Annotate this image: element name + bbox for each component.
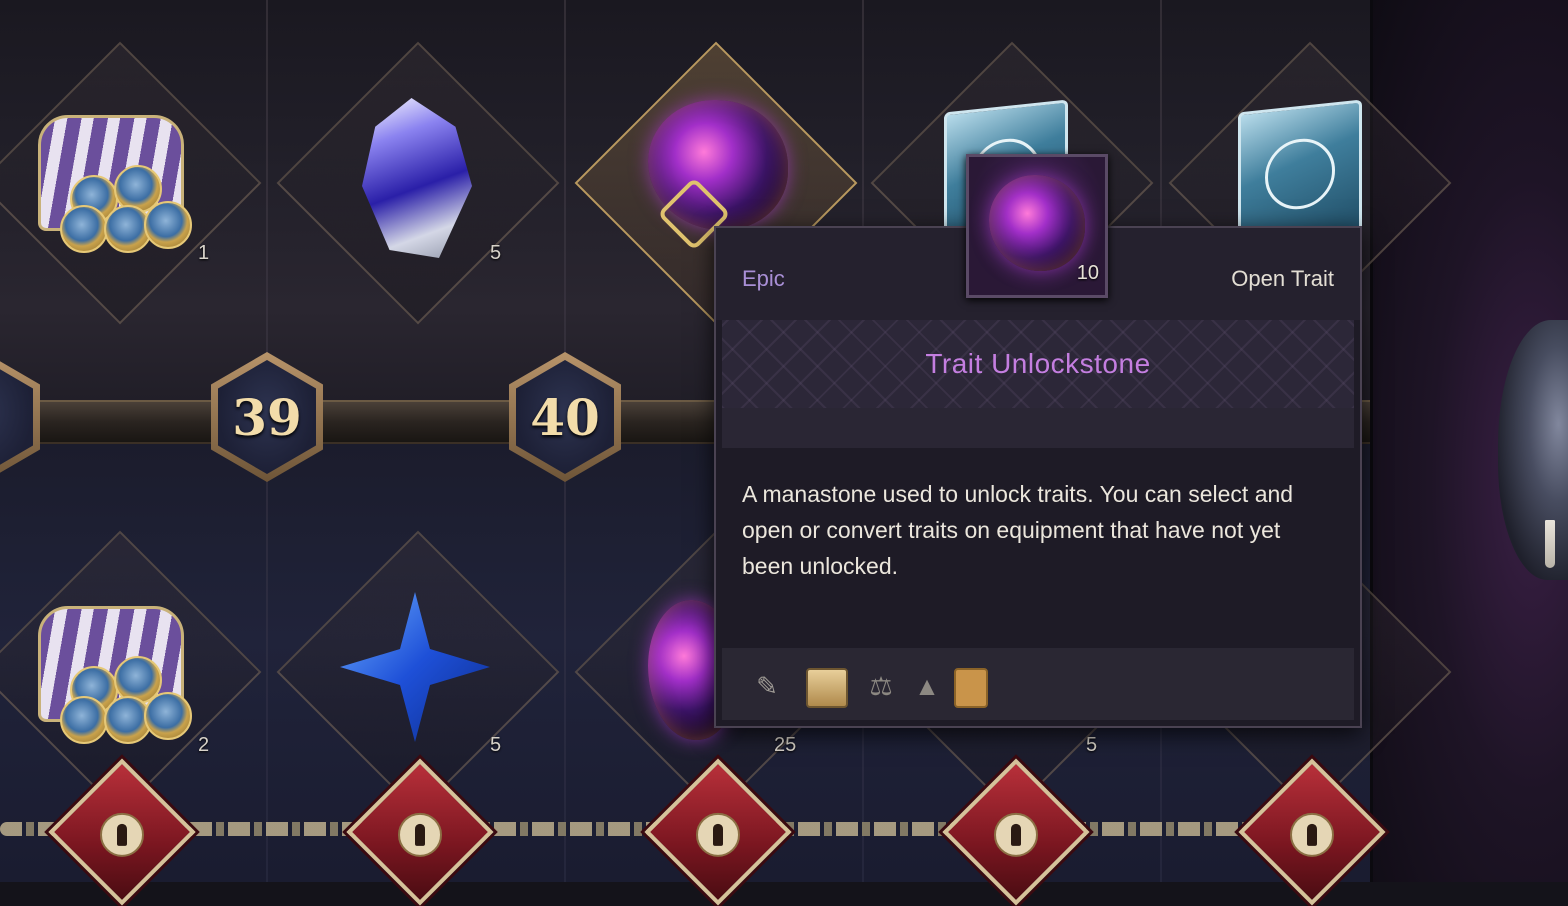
item-name: Trait Unlockstone bbox=[925, 348, 1151, 379]
item-rarity: Epic bbox=[742, 266, 785, 291]
level-number: 40 bbox=[530, 387, 600, 447]
tooltip-divider bbox=[722, 408, 1354, 448]
level-number: 39 bbox=[232, 387, 302, 447]
item-count: 1 bbox=[198, 242, 210, 264]
scales-icon: ⚖ bbox=[869, 670, 893, 701]
item-count: 5 bbox=[490, 242, 502, 264]
item-action-label: Open Trait bbox=[1231, 266, 1334, 291]
trash-icon bbox=[954, 668, 988, 708]
item-description: A manastone used to unlock traits. You c… bbox=[742, 481, 1294, 579]
treasure-chest-icon bbox=[30, 105, 192, 255]
coin-icon bbox=[144, 692, 192, 740]
tooltip-item-icon-frame: 10 bbox=[966, 154, 1108, 298]
treasure-chest-icon bbox=[30, 596, 192, 746]
coin-icon bbox=[60, 696, 108, 744]
item-count: 2 bbox=[198, 734, 210, 756]
item-count: 25 bbox=[774, 734, 797, 756]
sabertooth-fang bbox=[1545, 520, 1555, 568]
coin-icon bbox=[144, 201, 192, 249]
item-stack-count: 10 bbox=[1076, 262, 1099, 284]
item-count: 5 bbox=[1086, 734, 1098, 756]
trait-unlockstone-icon bbox=[989, 175, 1085, 271]
flask-icon: ▲ bbox=[914, 670, 940, 701]
coin-icon bbox=[60, 205, 108, 253]
crate-icon bbox=[806, 668, 848, 708]
item-tooltip: Epic Open Trait Trait Unlockstone A mana… bbox=[714, 226, 1362, 728]
item-count: 5 bbox=[490, 734, 502, 756]
book-quill-icon: ✎ bbox=[756, 670, 778, 701]
